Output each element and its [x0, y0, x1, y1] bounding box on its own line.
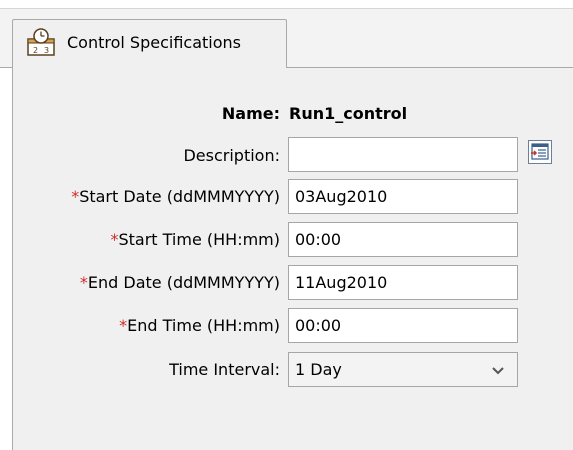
time-interval-value: 1 Day	[295, 360, 342, 379]
description-editor-icon	[531, 143, 549, 160]
control-specifications-panel	[12, 68, 573, 450]
tab-baseline-left	[0, 67, 12, 68]
start-date-input[interactable]	[288, 179, 518, 214]
end-date-label: *End Date (ddMMMYYYY)	[80, 273, 280, 293]
end-time-label-text: End Time (HH:mm)	[127, 316, 280, 335]
end-time-label: *End Time (HH:mm)	[119, 316, 280, 336]
calendar-clock-icon: 2 3	[27, 28, 55, 56]
end-date-label-text: End Date (ddMMMYYYY)	[87, 273, 280, 292]
end-date-input[interactable]	[288, 265, 518, 300]
time-interval-select[interactable]: 1 Day	[288, 352, 518, 387]
required-marker: *	[71, 187, 80, 206]
description-editor-button[interactable]	[528, 140, 552, 164]
start-date-label-text: Start Date (ddMMMYYYY)	[79, 187, 280, 206]
chevron-down-icon	[492, 367, 504, 375]
tab-label: Control Specifications	[67, 33, 241, 52]
name-value: Run1_control	[289, 104, 408, 123]
end-time-input[interactable]	[288, 308, 518, 343]
svg-text:2: 2	[33, 46, 38, 55]
name-label: Name:	[221, 104, 280, 123]
required-marker: *	[119, 316, 128, 335]
start-time-input[interactable]	[288, 222, 518, 257]
required-marker: *	[79, 273, 88, 292]
time-interval-label: Time Interval:	[169, 360, 280, 379]
svg-text:3: 3	[44, 46, 49, 55]
start-time-label-text: Start Time (HH:mm)	[118, 230, 280, 249]
description-label: Description:	[183, 146, 280, 165]
start-date-label: *Start Date (ddMMMYYYY)	[71, 187, 280, 207]
description-input[interactable]	[288, 137, 518, 172]
start-time-label: *Start Time (HH:mm)	[110, 230, 280, 250]
tab-control-specifications[interactable]: 2 3 Control Specifications	[12, 19, 287, 68]
top-band	[0, 0, 573, 8]
